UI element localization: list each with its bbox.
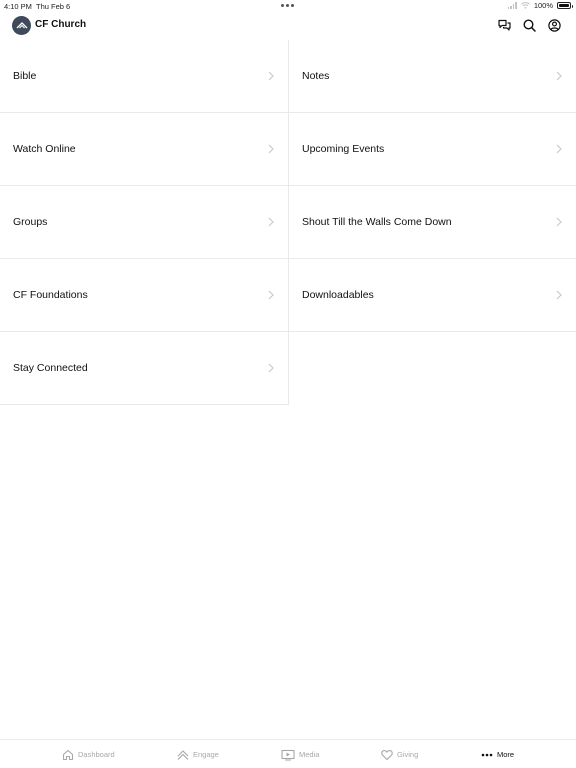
media-icon (281, 749, 295, 761)
multitasking-dots-icon[interactable] (281, 4, 294, 7)
menu-item-notes[interactable]: Notes (289, 40, 576, 113)
chevron-right-icon (556, 71, 562, 81)
status-bar: 4:10 PM Thu Feb 6 100% (0, 0, 576, 12)
battery-fill (559, 4, 569, 7)
bottom-tab-bar: Dashboard Engage Media Giving More (0, 739, 576, 768)
menu-item-label: Groups (13, 216, 48, 228)
battery-icon (557, 2, 573, 9)
chevron-right-icon (268, 144, 274, 154)
tab-label: Giving (397, 750, 419, 759)
heart-icon (381, 749, 393, 761)
menu-item-bible[interactable]: Bible (0, 40, 289, 113)
empty-tile (289, 332, 576, 405)
battery-percentage: 100% (533, 1, 553, 10)
app-header: CF Church (0, 12, 576, 40)
tab-label: Dashboard (78, 750, 115, 759)
menu-item-upcoming-events[interactable]: Upcoming Events (289, 113, 576, 186)
chevron-right-icon (556, 144, 562, 154)
menu-item-shout-till-the-walls-come-down[interactable]: Shout Till the Walls Come Down (289, 186, 576, 259)
menu-item-label: Upcoming Events (302, 143, 385, 155)
menu-item-label: Downloadables (302, 289, 374, 301)
menu-item-label: CF Foundations (13, 289, 88, 301)
menu-item-label: Bible (13, 70, 37, 82)
chevron-right-icon (268, 217, 274, 227)
menu-grid: Bible Notes Watch Online Upcoming Events… (0, 40, 576, 405)
chevron-right-icon (556, 217, 562, 227)
chevron-right-icon (556, 290, 562, 300)
church-logo-icon[interactable] (12, 16, 31, 35)
status-time: 4:10 PM (4, 2, 32, 11)
chat-icon[interactable] (497, 18, 511, 32)
wifi-icon (520, 2, 530, 9)
menu-item-stay-connected[interactable]: Stay Connected (0, 332, 289, 405)
search-icon[interactable] (522, 18, 536, 32)
menu-item-downloadables[interactable]: Downloadables (289, 259, 576, 332)
chevron-right-icon (268, 290, 274, 300)
tab-engage[interactable]: Engage (177, 740, 219, 768)
menu-item-label: Shout Till the Walls Come Down (302, 216, 452, 228)
tab-label: Media (299, 750, 320, 759)
cellular-signal-icon (507, 2, 517, 9)
menu-item-cf-foundations[interactable]: CF Foundations (0, 259, 289, 332)
chevron-right-icon (268, 71, 274, 81)
account-icon[interactable] (547, 18, 561, 32)
tab-more[interactable]: More (481, 740, 514, 768)
chevron-right-icon (268, 363, 274, 373)
menu-item-label: Notes (302, 70, 330, 82)
tab-label: Engage (193, 750, 219, 759)
app-title: CF Church (35, 19, 87, 30)
more-icon (481, 749, 493, 761)
home-icon (62, 749, 74, 761)
status-indicators: 100% (507, 1, 573, 10)
tab-label: More (497, 750, 515, 759)
header-actions (497, 18, 561, 32)
menu-item-label: Stay Connected (13, 362, 88, 374)
menu-item-watch-online[interactable]: Watch Online (0, 113, 289, 186)
tab-dashboard[interactable]: Dashboard (62, 740, 115, 768)
tab-media[interactable]: Media (281, 740, 319, 768)
menu-item-groups[interactable]: Groups (0, 186, 289, 259)
tab-giving[interactable]: Giving (381, 740, 418, 768)
status-date: Thu Feb 6 (36, 2, 71, 11)
menu-item-label: Watch Online (13, 143, 76, 155)
engage-icon (177, 749, 189, 761)
